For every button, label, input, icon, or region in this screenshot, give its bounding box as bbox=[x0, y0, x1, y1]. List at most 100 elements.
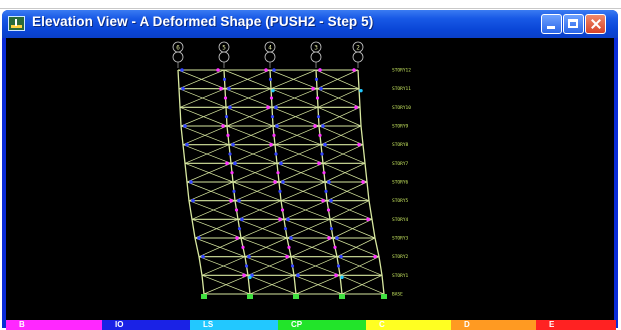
drawing-canvas[interactable]: 6 5 4 3 2 STORY12 STORY11 STORY10 STORY9 STORY8 ST… bbox=[6, 38, 614, 320]
brace-member bbox=[274, 144, 324, 164]
hinge-marker bbox=[287, 245, 291, 249]
hinge-marker bbox=[222, 77, 227, 81]
hinge-marker bbox=[230, 171, 234, 175]
hinge-marker bbox=[361, 180, 365, 184]
hinge-marker bbox=[269, 142, 273, 147]
hinge-marker bbox=[228, 105, 232, 110]
brace-member bbox=[198, 256, 249, 276]
hinge-marker bbox=[180, 68, 184, 72]
grid-bubble bbox=[218, 51, 230, 63]
hinge-marker bbox=[272, 133, 276, 137]
hinge-marker bbox=[314, 77, 319, 81]
hinge-marker bbox=[327, 180, 331, 184]
brace-member bbox=[272, 125, 322, 145]
grid-label: 6 bbox=[176, 44, 180, 51]
brace-member bbox=[191, 219, 242, 239]
legend-segment-cp: CP bbox=[278, 320, 366, 330]
hinge-marker bbox=[244, 264, 249, 268]
support-marker bbox=[201, 294, 207, 299]
hinge-marker bbox=[269, 96, 274, 100]
hinge-marker bbox=[219, 86, 223, 91]
brace-member bbox=[329, 219, 376, 239]
legend-segment-b: B bbox=[6, 320, 102, 330]
story-label: STORY11 bbox=[392, 86, 411, 92]
hinge-marker bbox=[227, 86, 231, 91]
hinge-marker bbox=[191, 198, 195, 203]
hinge-marker bbox=[354, 105, 358, 110]
maximize-button[interactable] bbox=[563, 14, 584, 34]
window-title: Elevation View - A Deformed Shape (PUSH2… bbox=[32, 14, 374, 29]
brace-member bbox=[240, 237, 292, 257]
legend-segment-e: E bbox=[536, 320, 616, 330]
hinge-marker bbox=[280, 208, 285, 212]
hinge-marker bbox=[318, 68, 322, 72]
hinge-marker bbox=[323, 142, 327, 147]
title-bar[interactable]: Elevation View - A Deformed Shape (PUSH2… bbox=[2, 10, 618, 38]
hinge-marker bbox=[326, 208, 331, 212]
hinge-marker bbox=[339, 254, 343, 259]
story-label: STORY9 bbox=[392, 124, 409, 130]
hinge-marker bbox=[334, 273, 338, 278]
brace-member bbox=[232, 181, 282, 201]
hinge-marker bbox=[336, 264, 341, 268]
support-marker bbox=[339, 294, 345, 299]
brace-member bbox=[188, 200, 239, 220]
brace-member bbox=[276, 163, 326, 183]
hinge-marker bbox=[221, 124, 225, 128]
brace-member bbox=[226, 125, 276, 145]
hinge-marker bbox=[248, 275, 252, 280]
brace-member bbox=[182, 144, 232, 164]
grid-label: 3 bbox=[314, 44, 318, 51]
hinge-marker bbox=[237, 198, 241, 203]
hinge-marker bbox=[311, 86, 315, 91]
brace-member bbox=[283, 219, 334, 239]
hinge-marker bbox=[228, 152, 232, 156]
hinge-marker bbox=[235, 236, 239, 240]
story-label: STORY8 bbox=[392, 142, 409, 148]
hinge-marker bbox=[197, 236, 201, 240]
brace-member bbox=[186, 181, 236, 201]
hinge-marker bbox=[279, 161, 283, 166]
hinge-marker bbox=[264, 68, 268, 72]
brace-member bbox=[326, 200, 373, 220]
hinge-marker bbox=[271, 88, 275, 93]
etabs-app-icon[interactable] bbox=[8, 16, 25, 31]
brace-member bbox=[230, 163, 280, 183]
hinge-state-legend: B IO LS CP C D E bbox=[6, 320, 616, 330]
brace-member bbox=[234, 200, 285, 220]
hinge-marker bbox=[270, 115, 275, 119]
brace-member bbox=[180, 125, 230, 145]
hinge-marker bbox=[313, 124, 317, 128]
hinge-marker bbox=[273, 180, 277, 184]
hinge-marker bbox=[275, 124, 279, 128]
close-button[interactable] bbox=[585, 14, 606, 34]
hinge-marker bbox=[281, 180, 285, 184]
hinge-marker bbox=[319, 86, 323, 91]
legend-segment-c: C bbox=[366, 320, 451, 330]
legend-segment-d: D bbox=[451, 320, 536, 330]
hinge-marker bbox=[278, 217, 282, 222]
hinge-marker bbox=[327, 236, 331, 240]
brace-member bbox=[293, 275, 343, 295]
hinge-marker bbox=[237, 227, 242, 231]
story-label: STORY5 bbox=[392, 198, 409, 204]
hinge-marker bbox=[296, 273, 300, 278]
story-label: STORY1 bbox=[392, 273, 409, 279]
grid-bubble bbox=[352, 51, 364, 63]
elevation-view-window: Elevation View - A Deformed Shape (PUSH2… bbox=[2, 10, 618, 328]
brace-member bbox=[184, 163, 234, 183]
grid-bubble bbox=[172, 51, 184, 63]
story-label: STORY4 bbox=[392, 217, 409, 223]
grid-bubble bbox=[310, 51, 322, 63]
hinge-marker bbox=[185, 142, 189, 147]
hinge-marker bbox=[181, 86, 185, 91]
brace-member bbox=[339, 275, 385, 295]
top-strip bbox=[0, 0, 621, 10]
hinge-marker bbox=[335, 236, 339, 240]
story-label: STORY2 bbox=[392, 254, 409, 260]
grid-label: 5 bbox=[222, 44, 226, 51]
grid-label: 2 bbox=[356, 44, 360, 51]
hinge-marker bbox=[285, 254, 289, 259]
hinge-marker bbox=[266, 105, 270, 110]
minimize-button[interactable] bbox=[541, 14, 562, 34]
